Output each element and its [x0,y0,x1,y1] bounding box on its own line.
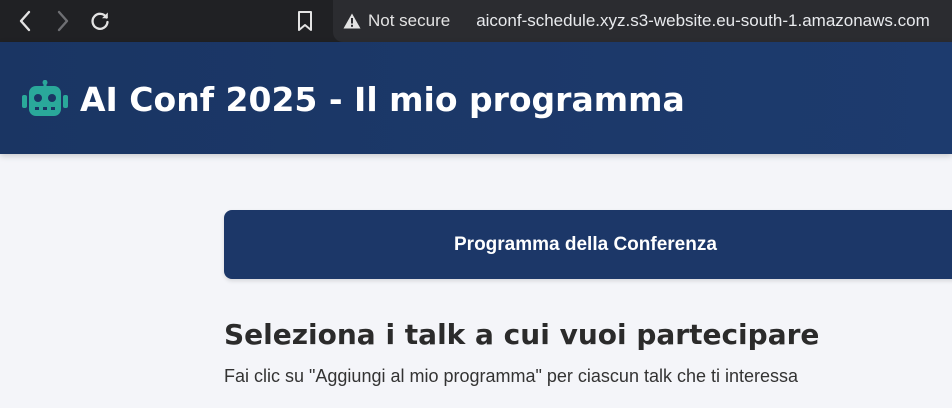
robot-icon [22,80,68,125]
reload-icon[interactable] [87,8,113,34]
security-label: Not secure [368,11,451,30]
address-bar[interactable]: Not secure aiconf-schedule.xyz.s3-websit… [333,0,952,42]
program-button[interactable]: Programma della Conferenza [224,210,952,279]
app-header: AI Conf 2025 - Il mio programma [0,42,952,154]
bookmark-icon[interactable] [292,8,318,34]
section-description: Fai clic su "Aggiungi al mio programma" … [224,366,799,386]
warning-icon [343,13,361,29]
url-text[interactable]: aiconf-schedule.xyz.s3-website.eu-south-… [476,11,930,31]
section-title: Seleziona i talk a cui vuoi partecipare [224,318,820,351]
browser-toolbar: Not secure aiconf-schedule.xyz.s3-websit… [0,0,952,42]
page-title: AI Conf 2025 - Il mio programma [80,80,685,119]
security-indicator[interactable]: Not secure [343,11,450,31]
back-icon[interactable] [12,8,38,34]
forward-icon[interactable] [50,8,76,34]
